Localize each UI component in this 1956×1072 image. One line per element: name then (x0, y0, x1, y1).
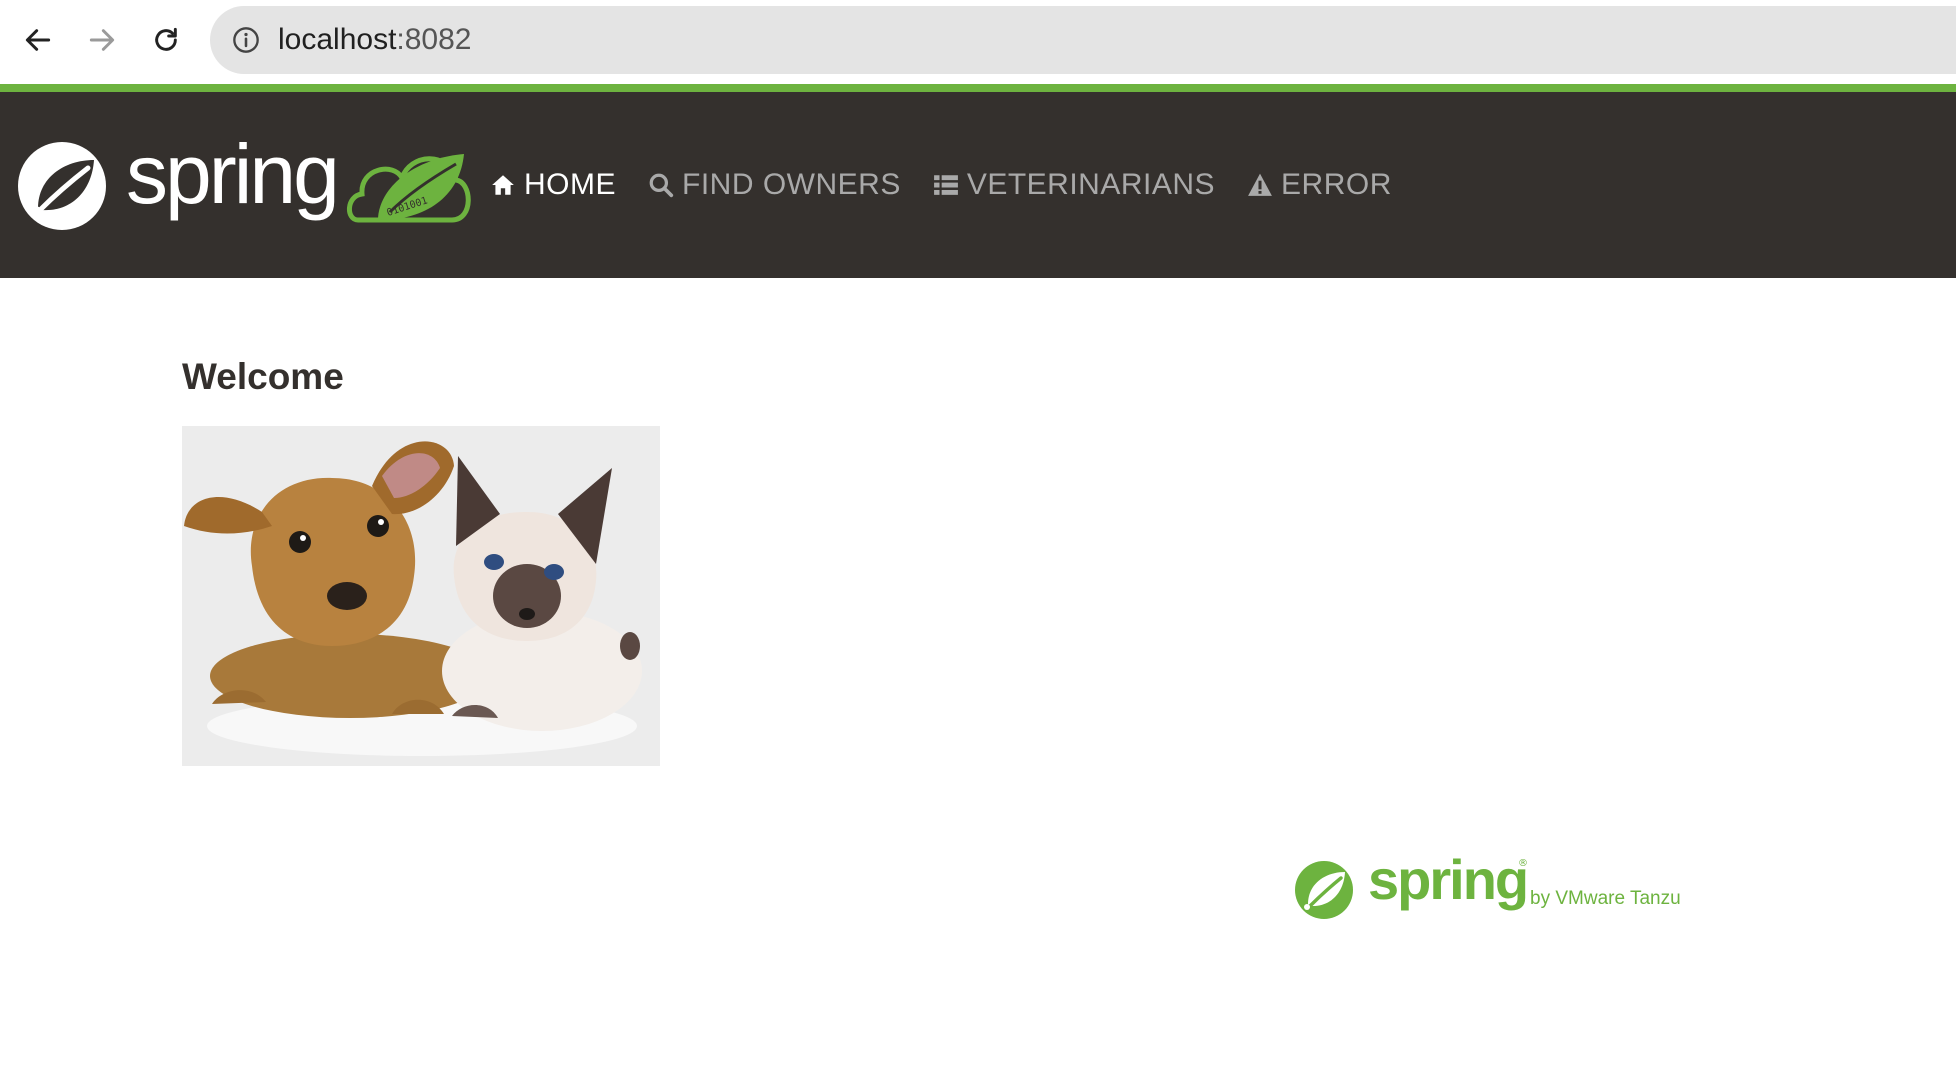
nav-veterinarians-label: VETERINARIANS (966, 168, 1216, 201)
nav-find-owners[interactable]: FIND OWNERS (648, 168, 901, 202)
spring-cloud-leaf-icon: 0101001 (347, 154, 471, 223)
url-text[interactable]: localhost:8082 (278, 6, 471, 74)
browser-toolbar: localhost:8082 (0, 0, 1956, 84)
nav-error[interactable]: ERROR (1247, 168, 1392, 202)
back-button[interactable] (18, 20, 58, 60)
nav-home-label: HOME (524, 168, 616, 201)
navbar: spring 0101001 HOME FIND OWNERS VETERINA… (0, 92, 1956, 278)
nav-home[interactable]: HOME (490, 168, 616, 202)
spring-leaf-icon (1295, 861, 1353, 919)
address-bar[interactable]: localhost:8082 (210, 6, 1956, 74)
back-arrow-icon (25, 29, 51, 51)
reload-button[interactable] (146, 20, 186, 60)
reload-icon (155, 27, 177, 51)
forward-button[interactable] (82, 20, 122, 60)
home-icon (492, 175, 514, 195)
forward-arrow-icon (89, 29, 115, 51)
green-accent-rule (0, 84, 1956, 92)
main-menu: HOME FIND OWNERS VETERINARIANS ERROR (490, 92, 1424, 278)
nav-error-label: ERROR (1281, 168, 1392, 201)
brand-wordmark: spring (126, 127, 340, 221)
page-title: Welcome (182, 356, 344, 397)
nav-veterinarians[interactable]: VETERINARIANS (933, 168, 1215, 202)
warning-icon (1248, 173, 1272, 196)
url-port: :8082 (396, 23, 472, 56)
footer-byline: by VMware Tanzu (1530, 888, 1681, 909)
list-icon (933, 175, 958, 195)
search-icon (649, 173, 674, 198)
spring-leaf-icon (18, 142, 106, 230)
nav-find-owners-label: FIND OWNERS (682, 168, 901, 201)
footer-registered-mark: ® (1518, 858, 1528, 869)
url-host: localhost (278, 23, 397, 56)
brand-logo[interactable]: spring 0101001 (14, 132, 474, 234)
pets-image (182, 426, 660, 766)
info-icon[interactable] (232, 26, 260, 54)
footer-wordmark: spring (1368, 848, 1529, 911)
footer-spring-logo: spring ® by VMware Tanzu (1292, 852, 1712, 928)
